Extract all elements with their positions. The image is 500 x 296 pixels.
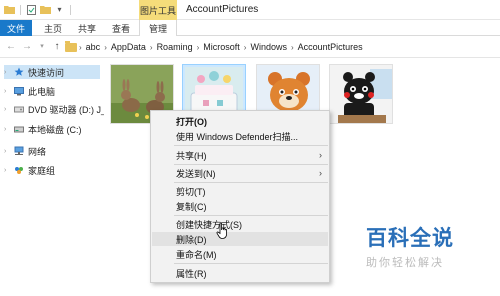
new-folder-icon[interactable] <box>40 4 51 15</box>
network-icon <box>14 146 24 156</box>
quick-access-toolbar: ▾ <box>4 4 73 15</box>
chevron-right-icon: › <box>243 42 247 52</box>
forward-button[interactable]: → <box>21 40 33 52</box>
chevron-right-icon: › <box>104 42 107 52</box>
menu-item-label: 发送到(N) <box>176 168 216 179</box>
menu-item-send-to[interactable]: 发送到(N) › <box>152 166 328 180</box>
chevron-right-icon: › <box>196 42 200 52</box>
tab-view[interactable]: 查看 <box>106 20 136 36</box>
properties-icon[interactable] <box>26 4 37 15</box>
title-bar: ▾ 图片工具 AccountPictures <box>0 0 500 20</box>
menu-separator <box>174 182 328 183</box>
folder-icon <box>65 40 77 52</box>
chevron-right-icon: › <box>319 168 322 178</box>
drive-icon <box>14 124 24 134</box>
breadcrumb-windows[interactable]: Windows <box>250 42 287 52</box>
breadcrumb-microsoft[interactable]: Microsoft <box>203 42 240 52</box>
nav-item-quick-access[interactable]: › 快速访问 <box>4 65 100 79</box>
menu-separator <box>174 215 328 216</box>
menu-item-label: 删除(D) <box>176 234 207 245</box>
divider <box>20 4 21 15</box>
menu-item-properties[interactable]: 属性(R) <box>152 266 328 280</box>
tab-share[interactable]: 共享 <box>72 20 102 36</box>
window-title: AccountPictures <box>186 4 259 15</box>
menu-item-open[interactable]: 打开(O) <box>152 114 328 128</box>
up-button[interactable]: ↑ <box>51 40 63 52</box>
breadcrumb-accountpictures[interactable]: AccountPictures <box>298 42 363 52</box>
watermark: 百科全说 助你轻松解决 <box>366 222 466 269</box>
star-icon <box>14 67 24 77</box>
recent-locations-button[interactable]: ▾ <box>36 40 48 52</box>
file-item-kumamon[interactable] <box>329 64 393 124</box>
nav-item-label: DVD 驱动器 (D:) J_C <box>28 104 113 115</box>
chevron-right-icon[interactable]: › <box>4 88 10 95</box>
image-thumbnail <box>330 65 392 123</box>
navigation-pane: › 快速访问 › 此电脑 › DVD 驱动器 (D:) J_C › 本地磁盘 (… <box>0 58 113 296</box>
homegroup-icon <box>14 165 24 175</box>
picture-tools-header: 图片工具 <box>139 0 177 20</box>
menu-item-create-shortcut[interactable]: 创建快捷方式(S) <box>152 217 328 231</box>
chevron-right-icon[interactable]: › <box>4 69 10 76</box>
back-button[interactable]: ← <box>5 40 17 52</box>
nav-item-label: 快速访问 <box>28 67 65 78</box>
nav-item-homegroup[interactable]: › 家庭组 <box>4 163 55 177</box>
chevron-right-icon: › <box>319 150 322 160</box>
ribbon-tabs: 文件 主页 共享 查看 管理 <box>0 20 500 36</box>
chevron-right-icon: › <box>290 42 294 52</box>
breadcrumb-roaming[interactable]: Roaming <box>157 42 193 52</box>
menu-item-share[interactable]: 共享(H) › <box>152 148 328 162</box>
chevron-right-icon: › <box>149 42 153 52</box>
folder-icon[interactable] <box>4 4 15 15</box>
watermark-main: 百科全说 <box>366 227 454 250</box>
address-bar[interactable]: › abc › AppData › Roaming › Microsoft › … <box>65 38 500 56</box>
chevron-right-icon: › <box>79 42 82 52</box>
nav-item-this-pc[interactable]: › 此电脑 <box>4 84 55 98</box>
menu-item-rename[interactable]: 重命名(M) <box>152 247 328 261</box>
chevron-down-icon[interactable]: ▾ <box>54 4 65 15</box>
menu-item-defender-scan[interactable]: 使用 Windows Defender扫描... <box>152 129 328 143</box>
menu-item-label: 属性(R) <box>176 268 207 279</box>
nav-item-dvd[interactable]: › DVD 驱动器 (D:) J_C <box>4 102 113 116</box>
chevron-right-icon[interactable]: › <box>4 106 10 113</box>
chevron-right-icon[interactable]: › <box>4 148 10 155</box>
breadcrumb-appdata[interactable]: AppData <box>111 42 146 52</box>
menu-item-cut[interactable]: 剪切(T) <box>152 184 328 198</box>
menu-item-label: 剪切(T) <box>176 186 206 197</box>
nav-item-network[interactable]: › 网络 <box>4 144 46 158</box>
nav-item-label: 家庭组 <box>28 165 56 176</box>
tab-file[interactable]: 文件 <box>0 20 32 36</box>
nav-item-label: 网络 <box>28 146 47 157</box>
menu-separator <box>174 164 328 165</box>
menu-item-label: 重命名(M) <box>176 249 217 260</box>
context-menu: 打开(O) 使用 Windows Defender扫描... 共享(H) › 发… <box>150 110 330 283</box>
nav-item-local-disk[interactable]: › 本地磁盘 (C:) <box>4 122 82 136</box>
menu-item-label: 打开(O) <box>176 116 207 127</box>
menu-item-label: 共享(H) <box>176 150 207 161</box>
menu-item-delete[interactable]: 删除(D) <box>152 232 328 246</box>
address-row: ← → ▾ ↑ › abc › AppData › Roaming › Micr… <box>0 36 500 58</box>
dvd-icon <box>14 104 24 114</box>
menu-item-label: 创建快捷方式(S) <box>176 219 242 230</box>
nav-item-label: 本地磁盘 (C:) <box>28 124 82 135</box>
watermark-sub: 助你轻松解决 <box>366 257 444 269</box>
tab-manage[interactable]: 管理 <box>139 20 177 36</box>
computer-icon <box>14 86 24 96</box>
menu-separator <box>174 145 328 146</box>
chevron-right-icon[interactable]: › <box>4 167 10 174</box>
divider <box>70 4 71 15</box>
chevron-right-icon[interactable]: › <box>4 126 10 133</box>
tab-home[interactable]: 主页 <box>38 20 68 36</box>
menu-separator <box>174 263 328 264</box>
menu-item-label: 复制(C) <box>176 201 207 212</box>
hand-cursor-icon <box>216 222 230 240</box>
breadcrumb-abc[interactable]: abc <box>86 42 101 52</box>
menu-item-copy[interactable]: 复制(C) <box>152 199 328 213</box>
menu-item-label: 使用 Windows Defender扫描... <box>176 131 299 142</box>
nav-item-label: 此电脑 <box>28 86 56 97</box>
